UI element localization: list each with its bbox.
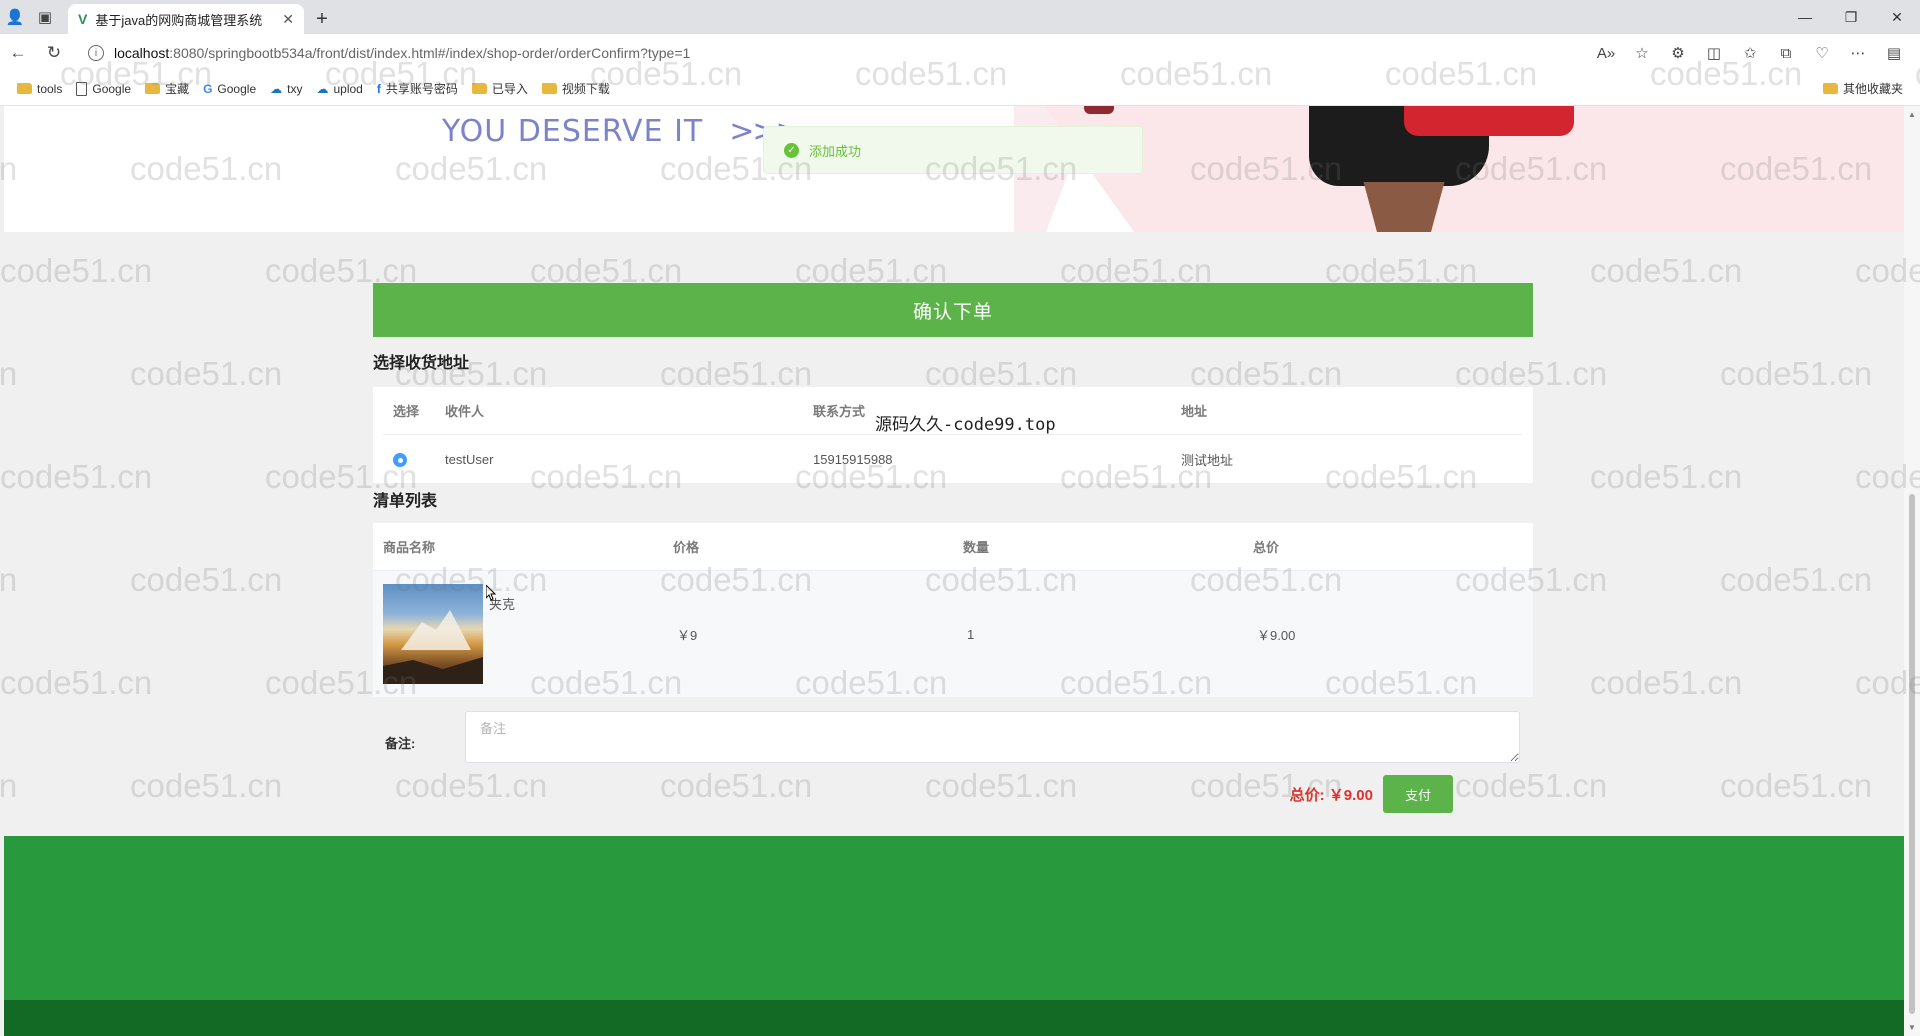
- address-section-title: 选择收货地址: [373, 355, 470, 372]
- bookmark-uplod[interactable]: ☁ uplod: [309, 76, 369, 102]
- column-header-price: 价格: [673, 540, 700, 555]
- url-text[interactable]: localhost:8080/springbootb534a/front/dis…: [114, 45, 690, 61]
- column-header-receiver: 收件人: [445, 404, 485, 419]
- check-circle-icon: ✓: [784, 142, 799, 158]
- bookmark-video-download[interactable]: 视频下载: [535, 76, 617, 102]
- browser-tab-bar: 👤 ▣ V 基于java的网购商城管理系统 ✕ + — ❐ ✕: [0, 0, 1920, 34]
- new-tab-button[interactable]: +: [304, 4, 340, 34]
- qty-cell: 1: [967, 626, 975, 642]
- column-header-total: 总价: [1253, 540, 1280, 555]
- receiver-cell: testUser: [445, 451, 494, 467]
- table-row[interactable]: testUser 15915915988 测试地址: [383, 435, 1523, 483]
- price-cell: ￥9: [677, 627, 698, 643]
- google-icon: G: [203, 81, 213, 96]
- product-thumbnail[interactable]: [383, 584, 483, 684]
- footer-bottom-strip: [4, 1000, 1904, 1036]
- overlay-watermark-text: 源码久久-code99.top: [875, 415, 1056, 435]
- collections-icon[interactable]: ⧉: [1768, 35, 1804, 71]
- close-window-icon[interactable]: ✕: [1874, 0, 1920, 34]
- bookmark-imported[interactable]: 已导入: [465, 76, 535, 102]
- sidebar-toggle-icon[interactable]: ▤: [1876, 35, 1912, 71]
- favorites-icon[interactable]: ✩: [1732, 35, 1768, 71]
- tab-actions-icon[interactable]: ▣: [30, 0, 60, 34]
- address-table: 选择 收件人 联系方式 地址 testUser 15915915988 测试地址: [373, 387, 1533, 483]
- pay-bar: 总价: ￥9.00 支付: [373, 775, 1533, 813]
- confirm-order-header: 确认下单: [373, 283, 1533, 337]
- split-screen-icon[interactable]: ◫: [1696, 35, 1732, 71]
- site-info-icon[interactable]: i: [88, 45, 104, 61]
- scroll-up-icon[interactable]: ▲: [1908, 110, 1916, 119]
- browser-toolbar-right: A» ☆ ⚙ ◫ ✩ ⧉ ♡ ⋯ ▤: [1588, 34, 1912, 72]
- table-row: 夹克 ￥9 1 ￥9.00: [373, 571, 1533, 697]
- bookmark-google[interactable]: G Google: [196, 76, 263, 102]
- browser-essentials-icon[interactable]: ♡: [1804, 35, 1840, 71]
- order-total: 总价: ￥9.00: [1289, 786, 1373, 804]
- remark-label: 备注:: [385, 736, 416, 751]
- read-aloud-icon[interactable]: A»: [1588, 35, 1624, 71]
- folder-icon: [1822, 83, 1838, 94]
- vue-favicon-icon: V: [78, 11, 88, 27]
- pay-button[interactable]: 支付: [1383, 775, 1453, 813]
- total-cell: ￥9.00: [1257, 627, 1296, 643]
- minimize-icon[interactable]: —: [1782, 0, 1828, 34]
- toast-message: 添加成功: [809, 143, 862, 159]
- bookmark-google-page[interactable]: Google: [69, 76, 138, 102]
- column-header-name: 商品名称: [383, 540, 436, 555]
- favorite-star-icon[interactable]: ☆: [1624, 35, 1660, 71]
- bookmark-txy[interactable]: ☁ txy: [263, 76, 309, 102]
- banner-decoration: [1084, 106, 1114, 114]
- close-tab-icon[interactable]: ✕: [282, 11, 294, 28]
- profile-icon[interactable]: 👤: [0, 0, 30, 34]
- banner-slogan: YOU DESERVE IT>>>: [442, 114, 801, 149]
- order-confirm-panel: 确认下单 选择收货地址 选择 收件人 联系方式 地址 testUser 1591…: [373, 283, 1533, 813]
- back-icon[interactable]: ←: [0, 34, 36, 72]
- remark-input[interactable]: [465, 711, 1520, 763]
- remark-row: 备注:: [373, 711, 1533, 763]
- mouse-cursor-icon: [486, 585, 496, 601]
- bookmark-treasure[interactable]: 宝藏: [138, 76, 196, 102]
- restore-icon[interactable]: ❐: [1828, 0, 1874, 34]
- extensions-icon[interactable]: ⚙: [1660, 35, 1696, 71]
- url-field[interactable]: i localhost:8080/springbootb534a/front/d…: [78, 38, 1458, 68]
- refresh-icon[interactable]: ↻: [36, 34, 72, 72]
- page-icon: [76, 81, 88, 96]
- page-footer: [4, 836, 1904, 1036]
- folder-icon: [145, 83, 161, 94]
- items-table-header: 商品名称 价格 数量 总价: [373, 523, 1533, 571]
- tab-title: 基于java的网购商城管理系统: [95, 12, 263, 28]
- cloud-icon: ☁: [270, 81, 283, 96]
- column-header-address: 地址: [1181, 404, 1208, 419]
- column-header-select: 选择: [393, 404, 420, 419]
- address-bar-row: ← ↻ i localhost:8080/springbootb534a/fro…: [0, 34, 1920, 72]
- phone-cell: 15915915988: [813, 451, 893, 467]
- cloud-icon: ☁: [316, 81, 329, 96]
- window-controls: — ❐ ✕: [1782, 0, 1920, 34]
- folder-icon: [541, 83, 557, 94]
- page-scrollbar[interactable]: ▲ ▼: [1904, 106, 1920, 1036]
- scrollbar-thumb[interactable]: [1909, 494, 1915, 1014]
- folder-icon: [471, 83, 487, 94]
- list-section-title: 清单列表: [373, 493, 438, 510]
- column-header-qty: 数量: [963, 540, 990, 555]
- facebook-icon: f: [376, 81, 381, 96]
- more-menu-icon[interactable]: ⋯: [1840, 35, 1876, 71]
- success-toast: ✓ 添加成功: [763, 126, 1143, 174]
- bookmark-shared-accounts[interactable]: f 共享账号密码: [370, 76, 465, 102]
- address-radio[interactable]: [393, 453, 407, 468]
- scroll-down-icon[interactable]: ▼: [1908, 1023, 1916, 1032]
- address-cell: 测试地址: [1181, 452, 1234, 468]
- bookmark-tools[interactable]: tools: [10, 76, 69, 102]
- banner-handbag-image: [1404, 106, 1574, 136]
- bookmark-other-favorites[interactable]: 其他收藏夹: [1816, 76, 1910, 102]
- bookmarks-bar: tools Google 宝藏 G Google ☁ txy ☁ uplod f 共享账…: [0, 72, 1920, 106]
- folder-icon: [17, 83, 32, 94]
- order-items-table: 商品名称 价格 数量 总价 夹克 ￥9 1 ￥9.00: [373, 523, 1533, 697]
- page-viewport: YOU DESERVE IT>>> ✓ 添加成功 确认下单 选择收货地址 选择 …: [0, 106, 1904, 1036]
- browser-tab-active[interactable]: V 基于java的网购商城管理系统 ✕: [68, 4, 304, 34]
